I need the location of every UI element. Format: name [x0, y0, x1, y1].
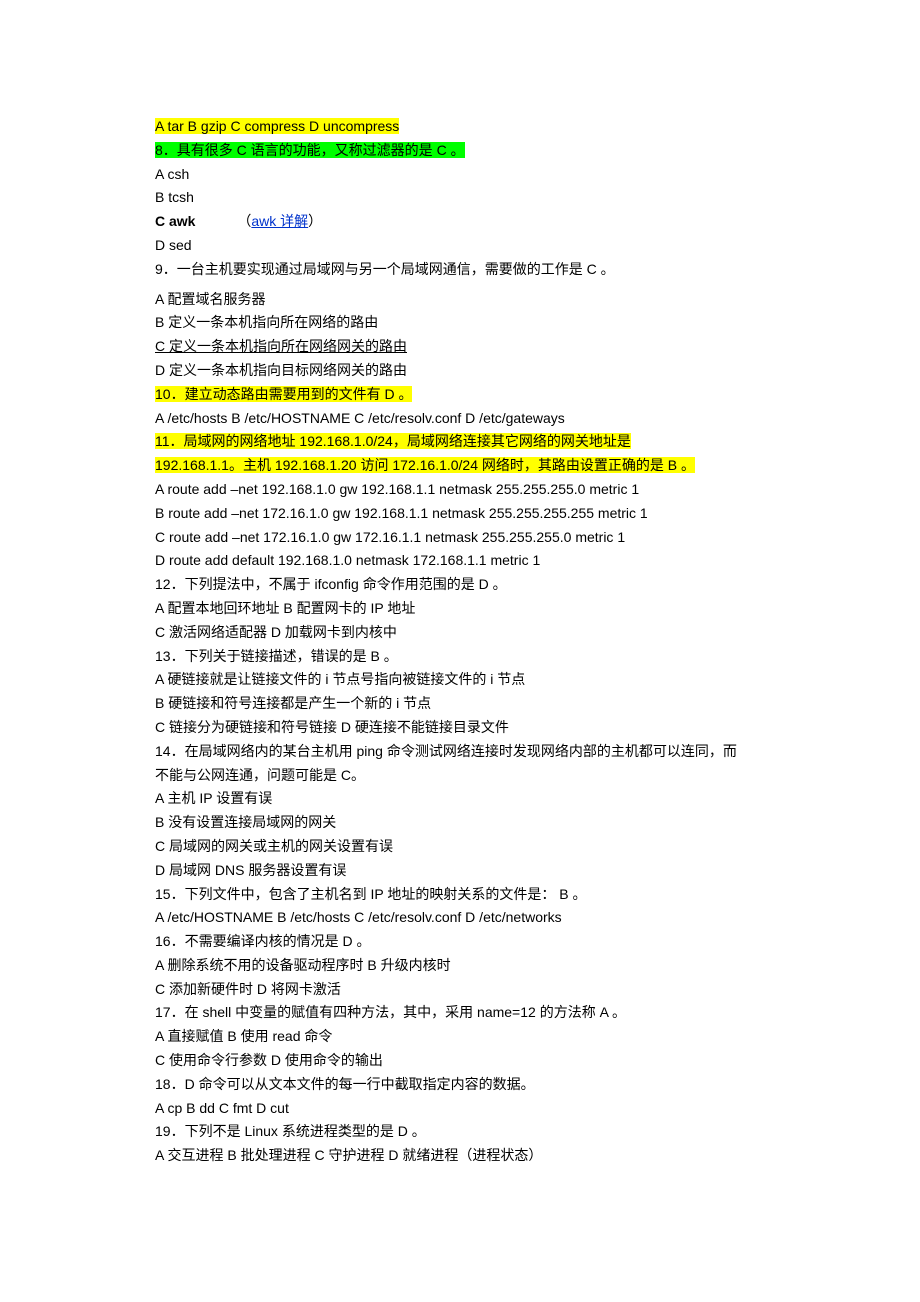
- option-line: C 添加新硬件时 D 将网卡激活: [155, 978, 765, 1002]
- option-line: D 定义一条本机指向目标网络网关的路由: [155, 359, 765, 383]
- option-line: A cp B dd C fmt D cut: [155, 1097, 765, 1121]
- highlight-text: 11．局域网的网络地址 192.168.1.0/24，局域网络连接其它网络的网关…: [155, 433, 631, 449]
- question-line: 13．下列关于链接描述，错误的是 B 。: [155, 645, 765, 669]
- option-line: B 定义一条本机指向所在网络的路由: [155, 311, 765, 335]
- document-page: A tar B gzip C compress D uncompress 8．具…: [0, 0, 920, 1302]
- question-line: 18．D 命令可以从文本文件的每一行中截取指定内容的数据。: [155, 1073, 765, 1097]
- question-line: 15．下列文件中，包含了主机名到 IP 地址的映射关系的文件是： B 。: [155, 883, 765, 907]
- question-line: 14．在局域网络内的某台主机用 ping 命令测试网络连接时发现网络内部的主机都…: [155, 740, 765, 764]
- option-line: C 激活网络适配器 D 加载网卡到内核中: [155, 621, 765, 645]
- option-line: C 使用命令行参数 D 使用命令的输出: [155, 1049, 765, 1073]
- highlight-text: A tar B gzip C compress D uncompress: [155, 118, 399, 134]
- option-line: D sed: [155, 234, 765, 258]
- question-line: 16．不需要编译内核的情况是 D 。: [155, 930, 765, 954]
- question-line: 12．下列提法中，不属于 ifconfig 命令作用范围的是 D 。: [155, 573, 765, 597]
- option-line: D 局域网 DNS 服务器设置有误: [155, 859, 765, 883]
- option-line: D route add default 192.168.1.0 netmask …: [155, 549, 765, 573]
- option-line: B tcsh: [155, 186, 765, 210]
- highlight-text: 8．具有很多 C 语言的功能，又称过滤器的是 C 。: [155, 142, 465, 158]
- option-line: C awk （awk 详解）: [155, 210, 765, 234]
- option-line: B 没有设置连接局域网的网关: [155, 811, 765, 835]
- question-line: 10．建立动态路由需要用到的文件有 D 。: [155, 383, 765, 407]
- option-line: A route add –net 192.168.1.0 gw 192.168.…: [155, 478, 765, 502]
- option-line: C route add –net 172.16.1.0 gw 172.16.1.…: [155, 526, 765, 550]
- option-line: B route add –net 172.16.1.0 gw 192.168.1…: [155, 502, 765, 526]
- question-line: 不能与公网连通，问题可能是 C。: [155, 764, 765, 788]
- option-line: A 删除系统不用的设备驱动程序时 B 升级内核时: [155, 954, 765, 978]
- paren-close: ）: [308, 213, 322, 229]
- option-line: C 链接分为硬链接和符号链接 D 硬连接不能链接目录文件: [155, 716, 765, 740]
- option-line: C 定义一条本机指向所在网络网关的路由: [155, 335, 765, 359]
- option-line: A 配置本地回环地址 B 配置网卡的 IP 地址: [155, 597, 765, 621]
- option-line: A /etc/HOSTNAME B /etc/hosts C /etc/reso…: [155, 906, 765, 930]
- question-line: 19．下列不是 Linux 系统进程类型的是 D 。: [155, 1120, 765, 1144]
- option-line: A 交互进程 B 批处理进程 C 守护进程 D 就绪进程（进程状态）: [155, 1144, 765, 1168]
- option-label-bold: C awk: [155, 213, 195, 229]
- question-line: 17．在 shell 中变量的赋值有四种方法，其中，采用 name=12 的方法…: [155, 1001, 765, 1025]
- question-line: 11．局域网的网络地址 192.168.1.0/24，局域网络连接其它网络的网关…: [155, 430, 765, 454]
- option-line: B 硬链接和符号连接都是产生一个新的 i 节点: [155, 692, 765, 716]
- option-line: A 硬链接就是让链接文件的 i 节点号指向被链接文件的 i 节点: [155, 668, 765, 692]
- option-line: A 配置域名服务器: [155, 288, 765, 312]
- question-line: 192.168.1.1。主机 192.168.1.20 访问 172.16.1.…: [155, 454, 765, 478]
- paren-open: （: [237, 213, 251, 229]
- question-line: 9．一台主机要实现通过局域网与另一个局域网通信，需要做的工作是 C 。: [155, 258, 765, 282]
- highlight-text: 10．建立动态路由需要用到的文件有 D 。: [155, 386, 412, 402]
- answer-line: A tar B gzip C compress D uncompress: [155, 115, 765, 139]
- awk-detail-link[interactable]: awk 详解: [251, 213, 308, 229]
- question-line: 8．具有很多 C 语言的功能，又称过滤器的是 C 。: [155, 139, 765, 163]
- option-line: A csh: [155, 163, 765, 187]
- highlight-text: 192.168.1.1。主机 192.168.1.20 访问 172.16.1.…: [155, 457, 695, 473]
- option-line: A 主机 IP 设置有误: [155, 787, 765, 811]
- option-line: A 直接赋值 B 使用 read 命令: [155, 1025, 765, 1049]
- option-line: A /etc/hosts B /etc/HOSTNAME C /etc/reso…: [155, 407, 765, 431]
- paren-group: （awk 详解）: [237, 213, 322, 229]
- option-line: C 局域网的网关或主机的网关设置有误: [155, 835, 765, 859]
- underlined-text: C 定义一条本机指向所在网络网关的路由: [155, 338, 407, 354]
